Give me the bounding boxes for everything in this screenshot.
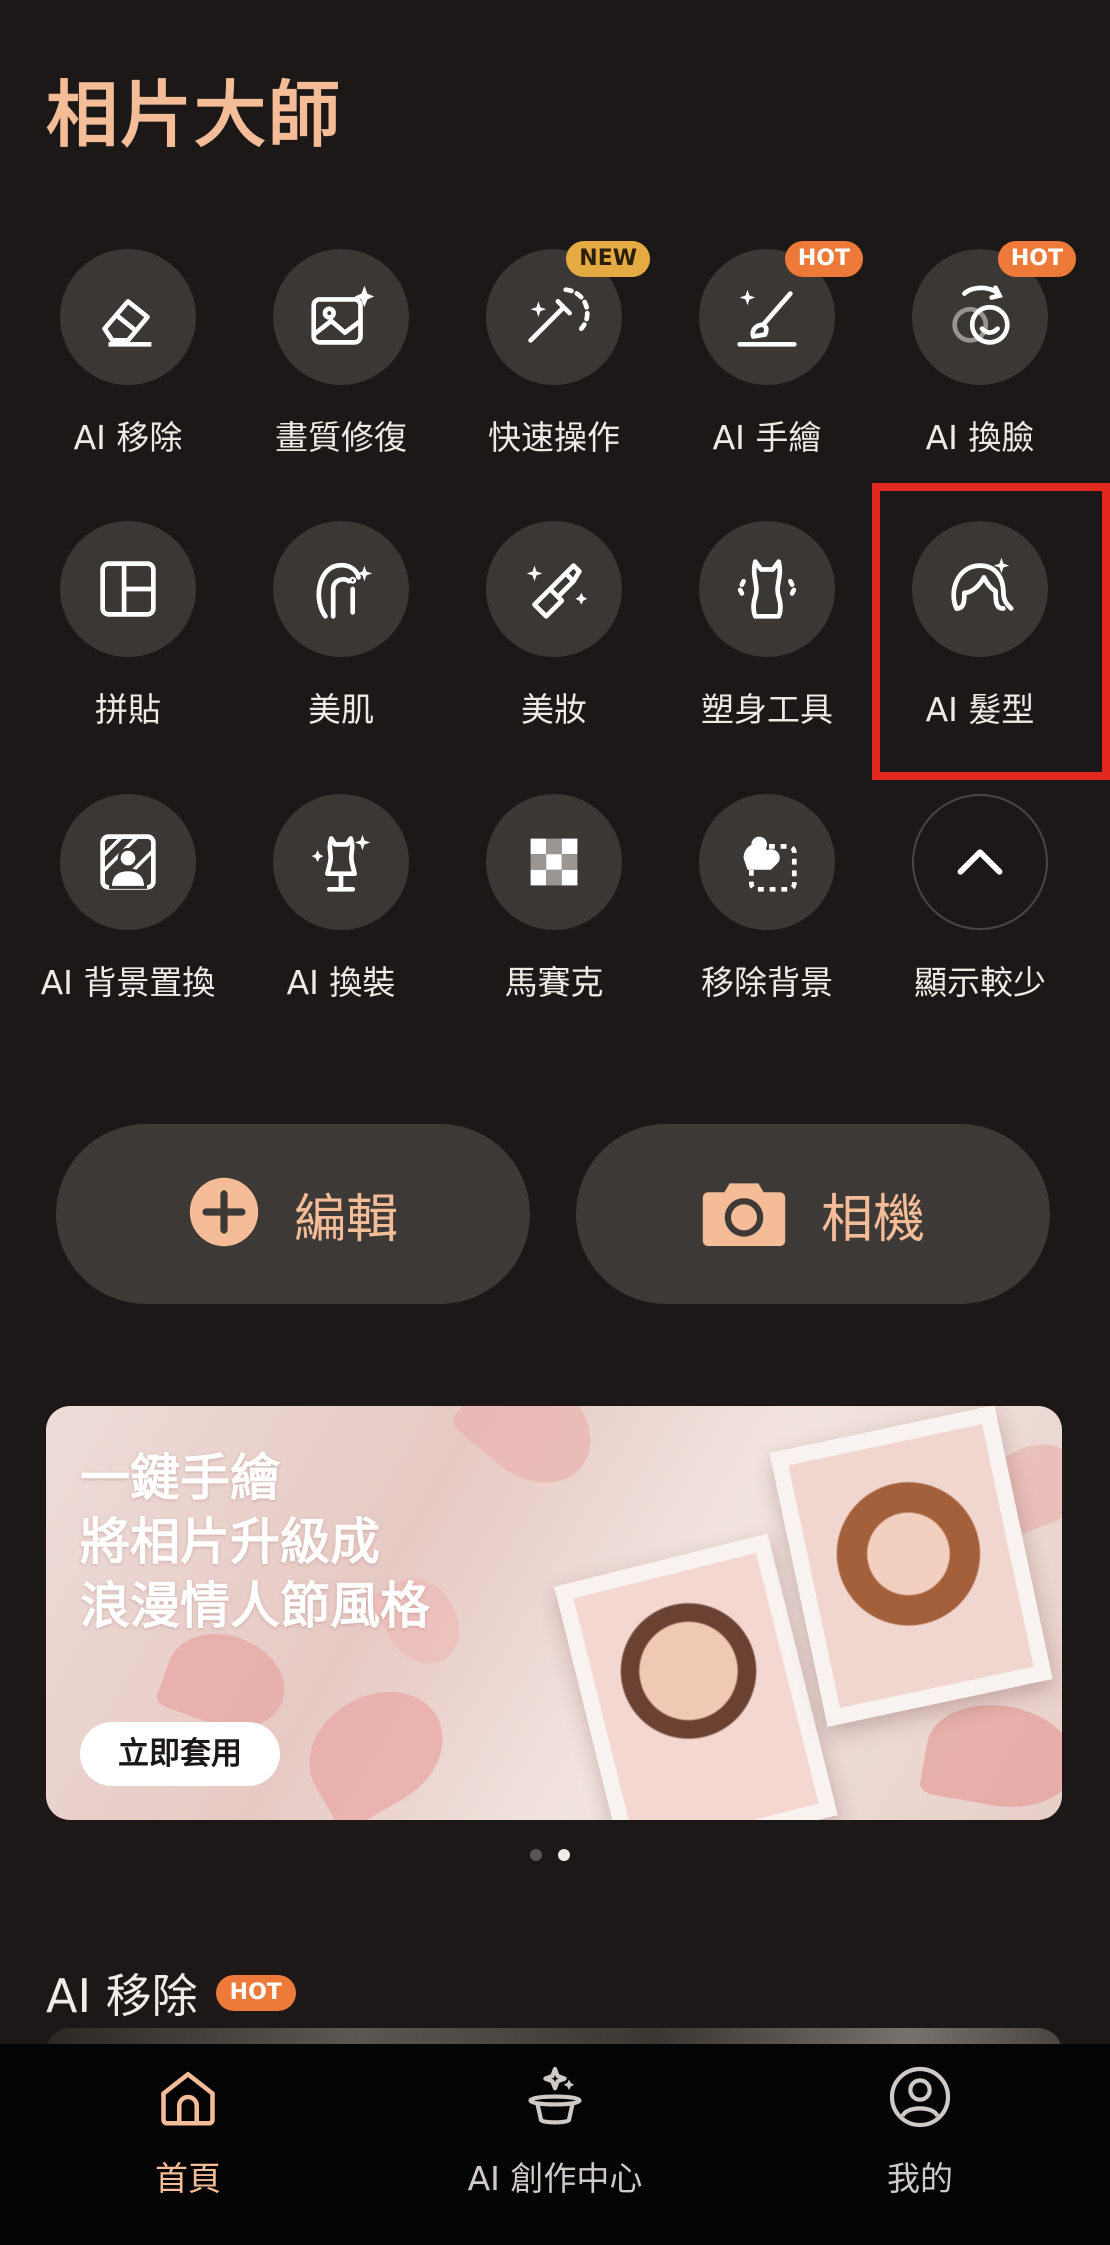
image-enhance-icon [273, 249, 409, 385]
hot-badge: HOT [215, 1975, 296, 2011]
camera-button[interactable]: 相機 [576, 1124, 1050, 1304]
tool-label: 美妝 [521, 690, 587, 729]
edit-label: 編輯 [293, 1189, 398, 1250]
hot-badge: HOT [997, 241, 1076, 277]
tool-ai-outfit[interactable]: AI 換裝 [231, 794, 451, 1024]
body-shape-icon [699, 521, 835, 657]
tool-label: 馬賽克 [504, 963, 604, 1002]
tool-label: AI 手繪 [712, 418, 822, 457]
section-title: AI 移除 [46, 1969, 198, 2023]
tool-mosaic[interactable]: 馬賽克 [444, 794, 664, 1024]
tool-ai-remove[interactable]: AI 移除 [18, 249, 238, 479]
app-title: 相片大師 [46, 73, 343, 157]
tool-beauty-skin[interactable]: 美肌 [231, 521, 451, 751]
tab-profile[interactable]: 我的 [770, 2062, 1070, 2222]
collage-icon [60, 521, 196, 657]
banner-headline: 一鍵手繪 將相片升級成 浪漫情人節風格 [80, 1449, 430, 1635]
home-icon [161, 2071, 215, 2126]
mosaic-icon [486, 794, 622, 930]
carousel-dot[interactable] [530, 1849, 542, 1861]
eraser-icon [60, 249, 196, 385]
tool-quick-action[interactable]: NEW 快速操作 [444, 241, 664, 479]
tool-label: AI 移除 [73, 418, 183, 457]
tool-label: 畫質修復 [275, 418, 407, 457]
tool-label: 拼貼 [95, 690, 161, 729]
show-less-button[interactable]: 顯示較少 [870, 794, 1090, 1024]
section-header: AI 移除 HOT [46, 1960, 296, 2026]
hot-badge: HOT [784, 241, 863, 277]
tool-label: 快速操作 [488, 418, 620, 457]
tool-enhance[interactable]: 畫質修復 [231, 249, 451, 479]
background-replace-icon [60, 794, 196, 930]
mannequin-icon [273, 794, 409, 930]
chevron-up-icon [912, 794, 1048, 930]
skin-face-icon [273, 521, 409, 657]
highlight-box [872, 483, 1110, 780]
tab-label: 我的 [887, 2159, 953, 2198]
petal [449, 1406, 613, 1507]
tool-body-shape[interactable]: 塑身工具 [657, 521, 877, 751]
bottom-tab-bar: 首頁 AI 創作中心 我的 [0, 2044, 1110, 2245]
camera-label: 相機 [820, 1189, 925, 1250]
tool-ai-face-swap[interactable]: HOT AI 換臉 [870, 241, 1090, 479]
edit-button[interactable]: 編輯 [56, 1124, 530, 1304]
tool-label: 移除背景 [701, 963, 833, 1002]
tool-label: 塑身工具 [701, 690, 833, 729]
plus-circle-icon [188, 1176, 260, 1252]
tab-label: 首頁 [155, 2159, 221, 2198]
profile-icon [889, 2066, 951, 2128]
tool-label: 美肌 [308, 690, 374, 729]
promo-banner[interactable]: 一鍵手繪 將相片升級成 浪漫情人節風格 立即套用 [46, 1406, 1062, 1820]
petal [287, 1668, 465, 1820]
tool-collage[interactable]: 拼貼 [18, 521, 238, 751]
carousel-indicator [530, 1849, 570, 1861]
remove-background-icon [699, 794, 835, 930]
tool-label: 顯示較少 [914, 963, 1046, 1002]
tab-ai-creation[interactable]: AI 創作中心 [405, 2062, 705, 2222]
tool-label: AI 換裝 [286, 963, 396, 1002]
tool-label: AI 換臉 [925, 418, 1035, 457]
tool-ai-draw[interactable]: HOT AI 手繪 [657, 241, 877, 479]
ai-magic-hat-icon [528, 2066, 582, 2125]
new-badge: NEW [566, 241, 650, 277]
carousel-dot-active[interactable] [558, 1849, 570, 1861]
tool-ai-background-replace[interactable]: AI 背景置換 [18, 794, 238, 1024]
tab-label: AI 創作中心 [467, 2159, 643, 2198]
apply-now-button[interactable]: 立即套用 [80, 1722, 280, 1786]
tool-label: AI 背景置換 [40, 963, 216, 1002]
lipstick-icon [486, 521, 622, 657]
tool-makeup[interactable]: 美妝 [444, 521, 664, 751]
petal [918, 1693, 1062, 1819]
tool-remove-background[interactable]: 移除背景 [657, 794, 877, 1024]
tab-home[interactable]: 首頁 [38, 2062, 338, 2222]
camera-icon [701, 1176, 787, 1252]
